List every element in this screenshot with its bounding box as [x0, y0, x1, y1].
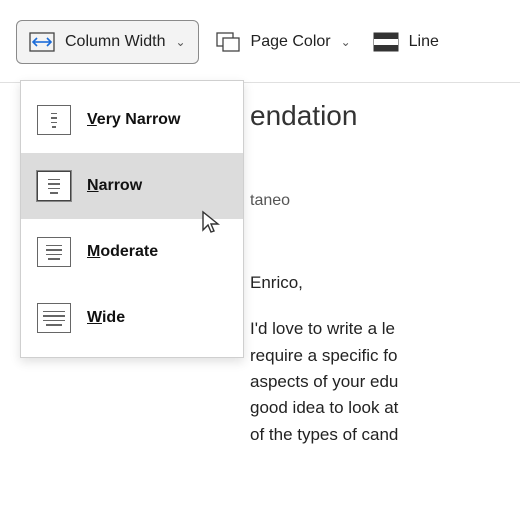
line-button[interactable]: Line	[367, 20, 445, 64]
menu-item-label: Very Narrow	[87, 111, 180, 129]
document-body: Enrico, I'd love to write a le require a…	[250, 270, 520, 448]
line-label: Line	[409, 33, 439, 51]
column-width-dropdown: Very Narrow Narrow Moderate Wide	[20, 80, 244, 358]
narrow-icon	[37, 171, 71, 201]
body-line: aspects of your edu	[250, 369, 520, 395]
body-line: Enrico,	[250, 270, 520, 296]
column-width-label: Column Width	[65, 33, 165, 51]
body-line: of the types of cand	[250, 422, 520, 448]
chevron-down-icon: ⌄	[341, 35, 351, 49]
wide-icon	[37, 303, 71, 333]
document-title: endation	[250, 100, 520, 132]
page-color-icon	[215, 31, 241, 53]
menu-item-label: Wide	[87, 309, 125, 327]
chevron-down-icon: ⌄	[175, 35, 185, 49]
page-color-button[interactable]: Page Color ⌄	[209, 20, 357, 64]
menu-item-narrow[interactable]: Narrow	[21, 153, 243, 219]
column-width-icon	[29, 31, 55, 53]
very-narrow-icon	[37, 105, 71, 135]
body-line: require a specific fo	[250, 343, 520, 369]
toolbar: Column Width ⌄ Page Color ⌄ Line	[0, 0, 520, 83]
body-line: good idea to look at	[250, 395, 520, 421]
document-area: endation taneo Enrico, I'd love to write…	[250, 100, 520, 448]
menu-item-wide[interactable]: Wide	[21, 285, 243, 351]
column-width-button[interactable]: Column Width ⌄	[16, 20, 199, 64]
document-author: taneo	[250, 192, 520, 210]
menu-item-label: Moderate	[87, 243, 158, 261]
menu-item-moderate[interactable]: Moderate	[21, 219, 243, 285]
page-color-label: Page Color	[251, 33, 331, 51]
menu-item-very-narrow[interactable]: Very Narrow	[21, 87, 243, 153]
moderate-icon	[37, 237, 71, 267]
line-focus-icon	[373, 31, 399, 53]
menu-item-label: Narrow	[87, 177, 142, 195]
body-line: I'd love to write a le	[250, 316, 520, 342]
